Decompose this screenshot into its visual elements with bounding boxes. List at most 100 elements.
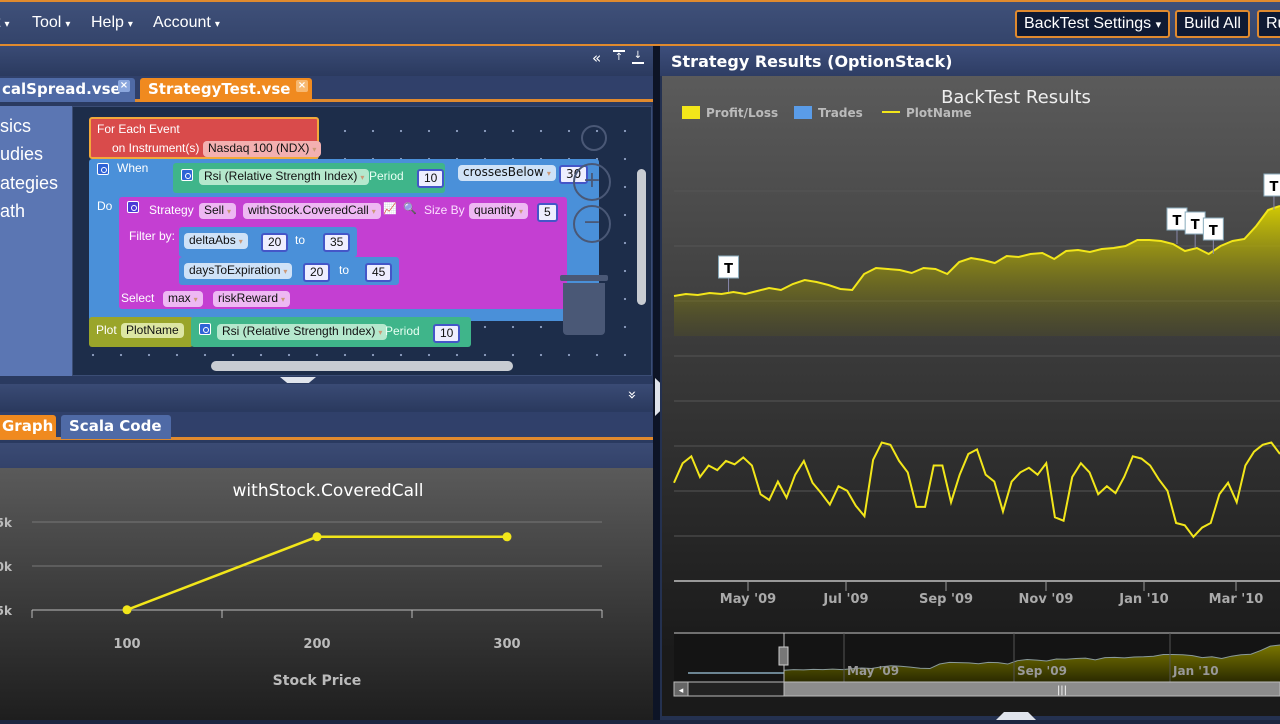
close-icon[interactable]: × bbox=[296, 80, 308, 92]
filter-field-value: daysToExpiration bbox=[189, 263, 280, 277]
indicator-dropdown[interactable]: Rsi (Relative Strength Index)▾ bbox=[217, 324, 387, 340]
menu-item-tool[interactable]: Tool▾ bbox=[32, 14, 70, 32]
scroll-left-icon: ◂ bbox=[679, 686, 684, 696]
tab-label: StrategyTest.vse bbox=[148, 80, 290, 98]
x-tick-label: Nov '09 bbox=[1019, 592, 1074, 607]
y-tick-label: 5k bbox=[0, 516, 13, 530]
select-field-value: riskReward bbox=[218, 291, 278, 305]
menu-item-account[interactable]: Account▾ bbox=[153, 14, 220, 32]
build-all-button[interactable]: Build All bbox=[1175, 10, 1250, 38]
indicator-value: Rsi (Relative Strength Index) bbox=[204, 169, 357, 183]
settings-icon[interactable] bbox=[127, 201, 139, 213]
menu-item-partial[interactable]: t▾ bbox=[0, 14, 9, 32]
select-field-dropdown[interactable]: riskReward▾ bbox=[213, 291, 290, 307]
plotname-line bbox=[674, 443, 1280, 537]
condition-dropdown[interactable]: crossesBelow▾ bbox=[458, 165, 556, 181]
size-by-dropdown[interactable]: quantity▾ bbox=[469, 203, 528, 219]
zoom-out-icon[interactable]: − bbox=[573, 205, 611, 243]
rsi-block[interactable]: Rsi (Relative Strength Index)▾ Period 10 bbox=[173, 163, 445, 193]
chevron-down-icon: ▾ bbox=[227, 207, 231, 216]
horizontal-scrollbar[interactable] bbox=[211, 361, 513, 371]
expand-down-icon[interactable]: » bbox=[624, 390, 642, 399]
chart-title: withStock.CoveredCall bbox=[233, 481, 424, 501]
toolbox-item-strategies[interactable]: ategies bbox=[0, 173, 58, 194]
filter-row[interactable]: deltaAbs▾ 20 to 35 bbox=[179, 227, 357, 257]
results-title: Strategy Results (OptionStack) bbox=[660, 46, 1280, 76]
block-workspace[interactable]: For Each Event on Instrument(s) Nasdaq 1… bbox=[72, 106, 652, 376]
select-agg-dropdown[interactable]: max▾ bbox=[163, 291, 203, 307]
data-point bbox=[123, 605, 132, 614]
menu-label: Account bbox=[153, 14, 211, 31]
filter-row[interactable]: daysToExpiration▾ 20 to 45 bbox=[179, 257, 399, 285]
chevron-down-icon: ▾ bbox=[281, 295, 285, 304]
filter-from-input[interactable]: 20 bbox=[303, 263, 330, 282]
condition-value: crossesBelow bbox=[463, 165, 544, 179]
editor-panel-header: « ↑ ↓ bbox=[0, 46, 654, 76]
instrument-dropdown[interactable]: Nasdaq 100 (NDX)▾ bbox=[203, 141, 321, 157]
data-point bbox=[313, 532, 322, 541]
filter-to-label: to bbox=[295, 233, 305, 247]
menu-item-help[interactable]: Help▾ bbox=[91, 14, 133, 32]
close-icon[interactable]: × bbox=[118, 80, 130, 92]
navigator-scrollbar-thumb[interactable] bbox=[784, 682, 1280, 696]
tab-strategytest[interactable]: StrategyTest.vse × bbox=[140, 78, 312, 102]
scroll-grip-icon: ||| bbox=[1057, 685, 1067, 696]
period-input[interactable]: 10 bbox=[417, 169, 444, 188]
settings-icon[interactable] bbox=[181, 169, 193, 181]
x-axis-label: Stock Price bbox=[273, 673, 362, 689]
toolbox-item-studies[interactable]: udies bbox=[0, 144, 43, 165]
filter-field-dropdown[interactable]: daysToExpiration▾ bbox=[184, 263, 292, 279]
zoom-in-icon[interactable]: + bbox=[573, 163, 611, 201]
tab-scala-code[interactable]: Scala Code bbox=[61, 415, 171, 439]
x-tick-label: 300 bbox=[493, 637, 520, 652]
filter-from-input[interactable]: 20 bbox=[261, 233, 288, 252]
period-input[interactable]: 10 bbox=[433, 324, 460, 343]
collapse-left-icon[interactable]: « bbox=[592, 49, 601, 67]
download-icon[interactable]: ↓ bbox=[632, 50, 644, 64]
recenter-icon[interactable] bbox=[581, 125, 607, 151]
instrument-label: on Instrument(s) bbox=[112, 141, 199, 155]
legend-label: Profit/Loss bbox=[706, 106, 778, 120]
tab-calspread[interactable]: calSpread.vse × bbox=[0, 78, 135, 102]
trash-icon[interactable] bbox=[563, 275, 605, 335]
navigator-label: May '09 bbox=[847, 664, 899, 678]
vertical-scrollbar[interactable] bbox=[637, 169, 646, 305]
navigator-handle[interactable] bbox=[779, 647, 788, 665]
size-by-label: Size By bbox=[424, 203, 465, 217]
indicator-dropdown[interactable]: Rsi (Relative Strength Index)▾ bbox=[199, 169, 369, 185]
plot-name-input[interactable]: PlotName bbox=[121, 323, 184, 338]
event-title: For Each Event bbox=[97, 122, 180, 136]
event-block[interactable]: For Each Event on Instrument(s) Nasdaq 1… bbox=[89, 117, 319, 159]
chevron-down-icon: ▾ bbox=[1156, 19, 1162, 31]
upload-icon[interactable]: ↑ bbox=[613, 50, 625, 64]
chart-icon[interactable]: 📈 bbox=[383, 202, 397, 215]
indicator-value: Rsi (Relative Strength Index) bbox=[222, 324, 375, 338]
plot-rsi-block[interactable]: Rsi (Relative Strength Index)▾ Period 10 bbox=[191, 317, 471, 347]
settings-icon[interactable] bbox=[97, 163, 109, 175]
strategy-label: Strategy bbox=[149, 203, 194, 217]
toolbox-item-basics[interactable]: sics bbox=[0, 116, 31, 137]
filter-to-label: to bbox=[339, 263, 349, 277]
chevron-down-icon: ▾ bbox=[239, 237, 243, 246]
menu-label: Help bbox=[91, 14, 124, 31]
filter-label: Filter by: bbox=[129, 229, 175, 243]
filter-to-input[interactable]: 35 bbox=[323, 233, 350, 252]
strategy-name-dropdown[interactable]: withStock.CoveredCall▾ bbox=[243, 203, 381, 219]
size-input[interactable]: 5 bbox=[537, 203, 558, 222]
zoom-chart-icon[interactable]: 🔍 bbox=[403, 202, 417, 215]
top-menu-bar: t▾ Tool▾ Help▾ Account▾ BackTest Setting… bbox=[0, 0, 1280, 46]
filter-field-dropdown[interactable]: deltaAbs▾ bbox=[184, 233, 248, 249]
bottom-tabs: Graph Scala Code bbox=[0, 412, 654, 440]
settings-icon[interactable] bbox=[199, 323, 211, 335]
action-dropdown[interactable]: Sell▾ bbox=[199, 203, 236, 219]
legend-label: Trades bbox=[818, 106, 863, 120]
toolbox-item-math[interactable]: ath bbox=[0, 201, 25, 222]
run-button[interactable]: Ru bbox=[1257, 10, 1280, 38]
backtest-settings-button[interactable]: BackTest Settings ▾ bbox=[1015, 10, 1170, 38]
select-agg-value: max bbox=[168, 291, 191, 305]
tab-graph[interactable]: Graph bbox=[0, 415, 56, 439]
series-line bbox=[127, 537, 507, 610]
x-tick-label: Jul '09 bbox=[822, 592, 868, 607]
plot-block[interactable]: Plot PlotName bbox=[89, 317, 193, 347]
filter-to-input[interactable]: 45 bbox=[365, 263, 392, 282]
